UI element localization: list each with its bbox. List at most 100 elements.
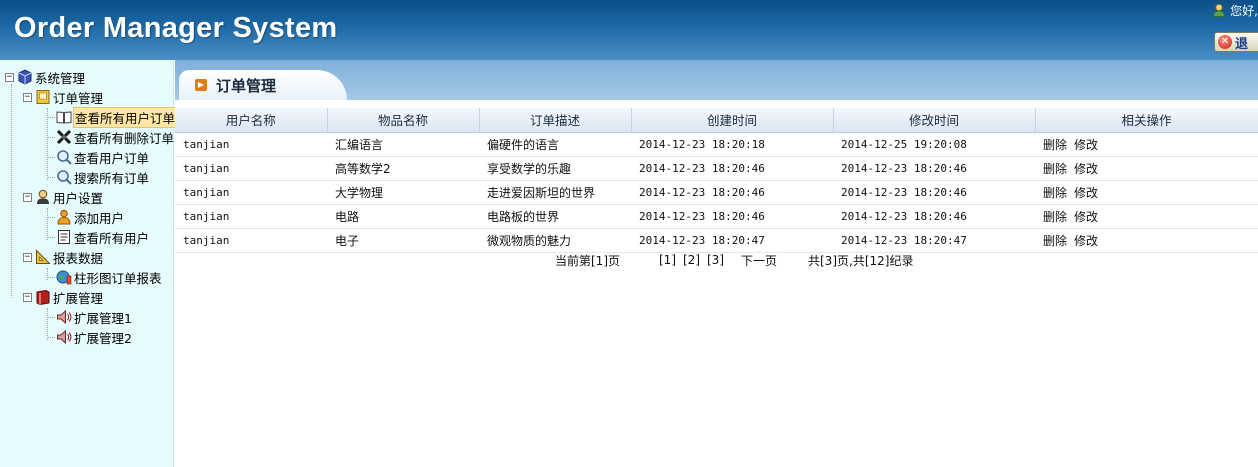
- orders-table: 用户名称 物品名称 订单描述 创建时间 修改时间 相关操作 tanjian 汇编…: [175, 108, 1258, 253]
- column-header-user[interactable]: 用户名称: [175, 108, 328, 133]
- folder-icon: [36, 90, 50, 104]
- cell-desc: 享受数学的乐趣: [479, 156, 631, 181]
- tree-group-label: 报表数据: [53, 250, 104, 266]
- user-icon: [1213, 3, 1226, 17]
- pager-page-1[interactable]: [1]: [659, 253, 676, 267]
- red-book-icon: [36, 289, 50, 305]
- cell-created: 2014-12-23 18:20:18: [631, 132, 833, 157]
- table-row: tanjian 大学物理 走进爱因斯坦的世界 2014-12-23 18:20:…: [175, 180, 1258, 205]
- tree-group-label: 扩展管理: [53, 290, 104, 306]
- edit-link[interactable]: 修改: [1074, 234, 1098, 248]
- column-header-modified[interactable]: 修改时间: [833, 108, 1036, 133]
- edit-link[interactable]: 修改: [1074, 138, 1098, 152]
- delete-icon: [56, 129, 72, 145]
- column-header-created[interactable]: 创建时间: [631, 108, 834, 133]
- search-icon: [57, 150, 72, 165]
- delete-link[interactable]: 删除: [1043, 234, 1067, 248]
- cell-modified: 2014-12-23 18:20:46: [833, 180, 1035, 205]
- pager-page-2[interactable]: [2]: [683, 253, 700, 267]
- cell-user: tanjian: [175, 132, 327, 157]
- delete-link[interactable]: 删除: [1043, 138, 1067, 152]
- cell-actions: 删除 修改: [1035, 228, 1258, 253]
- collapse-toggle[interactable]: −: [5, 72, 14, 82]
- play-icon: ▶: [195, 79, 207, 91]
- app-title: Order Manager System: [14, 12, 338, 44]
- edit-link[interactable]: 修改: [1074, 186, 1098, 200]
- column-header-actions[interactable]: 相关操作: [1035, 108, 1258, 133]
- tree-group-extensions[interactable]: − 扩展管理: [23, 287, 104, 307]
- pager-next[interactable]: 下一页: [741, 252, 777, 269]
- tab-order-management[interactable]: ▶ 订单管理: [179, 70, 347, 100]
- tree-group-reports[interactable]: − 报表数据: [23, 247, 104, 267]
- cell-modified: 2014-12-23 18:20:46: [833, 156, 1035, 181]
- delete-link[interactable]: 删除: [1043, 186, 1067, 200]
- cell-actions: 删除 修改: [1035, 156, 1258, 181]
- greeting-text: 您好,: [1230, 3, 1258, 18]
- tree-group-label: 订单管理: [53, 90, 104, 106]
- tab-title: 订单管理: [216, 76, 277, 95]
- cell-desc: 电路板的世界: [479, 204, 631, 229]
- cell-item: 电路: [327, 204, 479, 229]
- nav-deleted-orders[interactable]: 查看所有删除订单: [56, 127, 175, 147]
- tree-group-users[interactable]: − 用户设置: [23, 187, 104, 207]
- collapse-toggle[interactable]: −: [23, 292, 32, 302]
- speaker-icon: [57, 309, 72, 325]
- cell-modified: 2014-12-23 18:20:46: [833, 204, 1035, 229]
- table-row: tanjian 汇编语言 偏硬件的语言 2014-12-23 18:20:18 …: [175, 132, 1258, 157]
- logout-label: 退: [1235, 36, 1249, 52]
- cell-user: tanjian: [175, 228, 327, 253]
- cell-desc: 偏硬件的语言: [479, 132, 631, 157]
- cell-modified: 2014-12-25 19:20:08: [833, 132, 1035, 157]
- nav-add-user[interactable]: 添加用户: [56, 207, 125, 227]
- nav-extension-2[interactable]: 扩展管理2: [56, 327, 133, 347]
- cell-user: tanjian: [175, 156, 327, 181]
- table-row: tanjian 电路 电路板的世界 2014-12-23 18:20:46 20…: [175, 204, 1258, 229]
- edit-link[interactable]: 修改: [1074, 162, 1098, 176]
- user-greeting: 您好,: [1212, 2, 1258, 18]
- cell-item: 大学物理: [327, 180, 479, 205]
- nav-extension-1[interactable]: 扩展管理1: [56, 307, 133, 327]
- cube-icon: [18, 69, 32, 85]
- cell-actions: 删除 修改: [1035, 180, 1258, 205]
- nav-all-users[interactable]: 查看所有用户: [56, 227, 150, 247]
- cell-item: 高等数学2: [327, 156, 479, 181]
- cell-user: tanjian: [175, 204, 327, 229]
- column-header-desc[interactable]: 订单描述: [479, 108, 632, 133]
- pager-current: 当前第[1]页: [555, 253, 620, 268]
- cell-user: tanjian: [175, 180, 327, 205]
- cell-created: 2014-12-23 18:20:47: [631, 228, 833, 253]
- edit-link[interactable]: 修改: [1074, 210, 1098, 224]
- cell-modified: 2014-12-23 18:20:47: [833, 228, 1035, 253]
- tree-group-orders[interactable]: − 订单管理: [23, 87, 104, 107]
- speaker-icon: [57, 329, 72, 345]
- delete-link[interactable]: 删除: [1043, 210, 1067, 224]
- nav-user-orders[interactable]: 查看用户订单: [56, 147, 150, 167]
- collapse-toggle[interactable]: −: [23, 92, 32, 102]
- tree-root-system[interactable]: − 系统管理: [5, 67, 86, 87]
- nav-all-user-orders[interactable]: 查看所有用户订单: [56, 106, 178, 128]
- pager-page-3[interactable]: [3]: [707, 253, 724, 267]
- cell-desc: 走进爱因斯坦的世界: [479, 180, 631, 205]
- document-icon: [58, 230, 70, 244]
- cell-item: 汇编语言: [327, 132, 479, 157]
- table-row: tanjian 高等数学2 享受数学的乐趣 2014-12-23 18:20:4…: [175, 156, 1258, 181]
- cell-actions: 删除 修改: [1035, 204, 1258, 229]
- nav-bar-chart-report[interactable]: 柱形图订单报表: [56, 267, 163, 287]
- main-panel: ▶ 订单管理 用户名称 物品名称 订单描述 创建时间 修改时间 相关操作 tan…: [175, 60, 1258, 467]
- collapse-toggle[interactable]: −: [23, 252, 32, 262]
- table-header-row: 用户名称 物品名称 订单描述 创建时间 修改时间 相关操作: [175, 108, 1258, 133]
- column-header-item[interactable]: 物品名称: [327, 108, 480, 133]
- search-icon: [57, 170, 72, 185]
- nav-search-orders[interactable]: 搜索所有订单: [56, 167, 150, 187]
- user-add-icon: [57, 209, 71, 225]
- cell-item: 电子: [327, 228, 479, 253]
- cell-actions: 删除 修改: [1035, 132, 1258, 157]
- tab-strip: ▶ 订单管理: [175, 60, 1258, 100]
- tree-root-label: 系统管理: [35, 70, 86, 86]
- collapse-toggle[interactable]: −: [23, 192, 32, 202]
- cell-created: 2014-12-23 18:20:46: [631, 180, 833, 205]
- user-settings-icon: [37, 189, 49, 204]
- logout-button[interactable]: ✕ 退: [1214, 32, 1258, 52]
- delete-link[interactable]: 删除: [1043, 162, 1067, 176]
- tree-group-label: 用户设置: [53, 190, 104, 206]
